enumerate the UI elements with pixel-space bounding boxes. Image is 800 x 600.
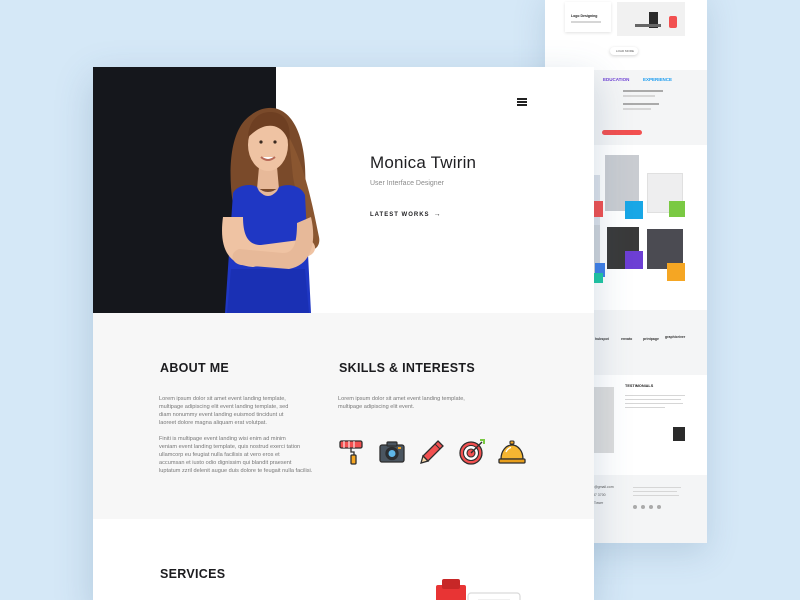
about-skills-section: ABOUT ME Lorem ipsum dolor sit amet even…	[93, 313, 594, 519]
bp-load-more-button[interactable]: LOAD MORE	[610, 47, 638, 55]
hero-section: Monica Twirin User Interface Designer LA…	[93, 67, 594, 313]
hero-role: User Interface Designer	[370, 180, 444, 187]
hero-name: Monica Twirin	[370, 153, 477, 172]
target-icon	[459, 439, 485, 465]
pencil-icon	[420, 440, 444, 464]
bp-tab-experience[interactable]: EXPERIENCE	[643, 77, 672, 82]
bp-testimonials-title: TESTIMONIALS	[625, 384, 654, 388]
bp-blog-image	[617, 2, 685, 36]
bp-avatar	[673, 427, 685, 441]
services-section: SERVICES	[93, 519, 594, 600]
camera-icon	[379, 441, 405, 463]
services-illustration	[436, 579, 521, 600]
paint-roller-icon	[339, 440, 363, 465]
bp-tile-blue	[625, 201, 643, 219]
bp-blog-label: Logo Designing	[571, 14, 598, 18]
bp-brand-4: graphicriver	[665, 335, 686, 339]
skills-icons-row	[338, 438, 538, 466]
latest-works-label: LATEST WORKS	[370, 212, 430, 218]
service-bell-icon	[498, 440, 526, 464]
hamburger-menu-icon[interactable]	[517, 98, 527, 106]
services-title: SERVICES	[160, 567, 226, 581]
skills-title: SKILLS & INTERESTS	[339, 361, 475, 375]
portrait-image	[222, 107, 320, 313]
bp-footer-email: ro@gmail.com	[591, 485, 614, 489]
bp-brand-2: envato	[621, 337, 633, 341]
bp-progress-bar	[602, 130, 642, 135]
about-title: ABOUT ME	[160, 361, 230, 375]
skills-paragraph: Lorem ipsum dolor sit amet event landing…	[338, 396, 465, 410]
arrow-right-icon: →	[433, 211, 442, 218]
bp-brand-3: printpage	[643, 337, 659, 341]
bp-blog-section: Logo Designing LOAD MORE	[545, 0, 707, 70]
about-paragraph-1: Lorem ipsum dolor sit amet event landing…	[159, 396, 289, 426]
bp-tab-education[interactable]: EDUCATION	[603, 77, 629, 82]
bp-brand-1: hubspot	[595, 337, 609, 341]
about-paragraph-2: Finiti is multipage event landing wisi e…	[159, 436, 313, 474]
latest-works-link[interactable]: LATEST WORKS →	[370, 211, 442, 218]
bp-blog-card: Logo Designing	[565, 2, 611, 32]
portfolio-page: Monica Twirin User Interface Designer LA…	[93, 67, 594, 600]
